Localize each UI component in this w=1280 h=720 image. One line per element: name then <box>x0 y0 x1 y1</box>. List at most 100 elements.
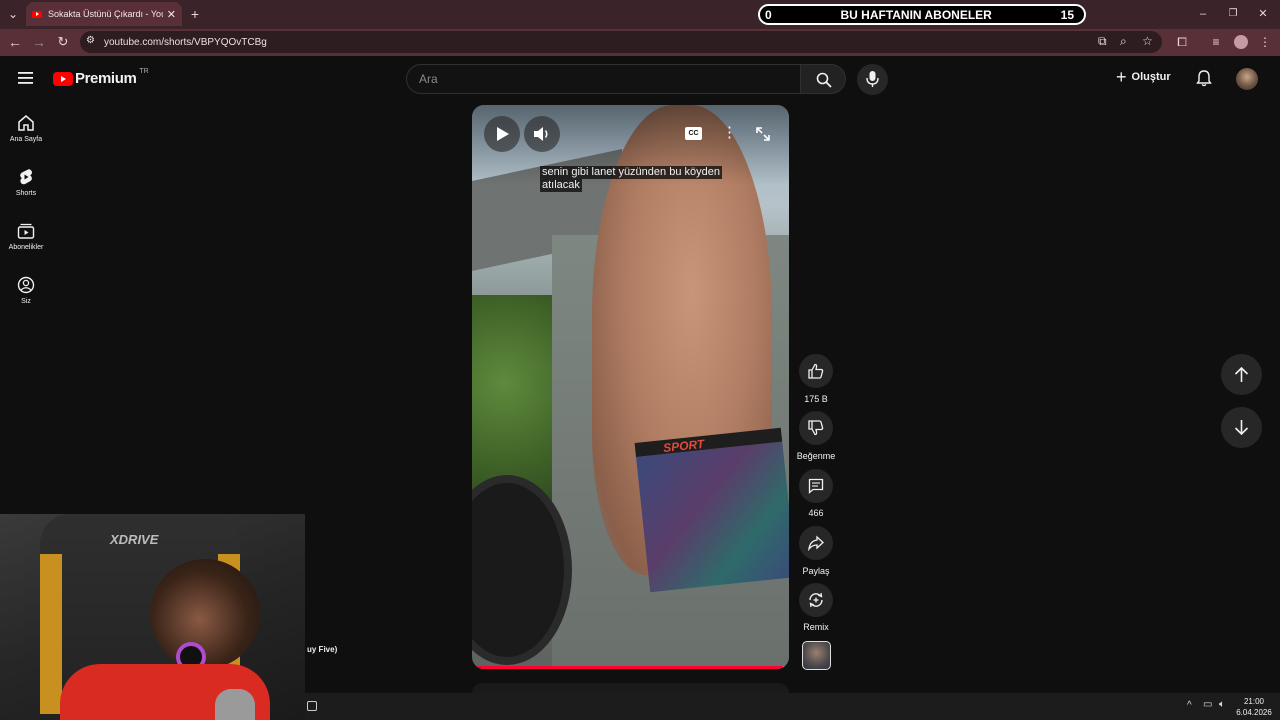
cc-label: CC <box>688 130 699 137</box>
notifications-bell-icon[interactable] <box>1196 70 1212 87</box>
zoom-icon[interactable]: ⌕ <box>1120 34 1127 49</box>
clock-time: 21:00 <box>1243 697 1265 706</box>
dislike-label: Beğenme <box>796 451 836 461</box>
extensions-icon[interactable]: ⧠ <box>1174 34 1190 50</box>
logo-text: Premium <box>75 70 137 87</box>
site-info-icon[interactable]: ⚙ <box>86 35 95 46</box>
arrow-down-icon <box>1234 420 1249 436</box>
shorts-video-player[interactable]: SPORT CC ⋮ senin gibi lanet yüzünden bu … <box>472 105 789 669</box>
sidebar-item-label: Shorts <box>15 190 37 197</box>
youtube-favicon-icon <box>32 10 42 18</box>
tray-chevron-icon[interactable]: ^ <box>1187 700 1192 711</box>
restore-window-icon[interactable]: ❐ <box>1226 6 1240 22</box>
like-count: 175 B <box>804 394 828 404</box>
webcam-overlay: XDRIVE <box>0 514 305 720</box>
thumbs-up-icon <box>808 363 824 379</box>
create-label: Oluştur <box>1131 71 1171 83</box>
volume-icon <box>534 127 548 141</box>
speaker-icon[interactable]: 🔈︎ <box>1219 699 1225 710</box>
clock[interactable]: 21:00 6.04.2026 <box>1236 696 1272 718</box>
search-button[interactable] <box>800 64 846 94</box>
volume-button[interactable] <box>524 116 560 152</box>
video-progress-track[interactable] <box>472 666 789 669</box>
taskbar-app-icon[interactable] <box>307 701 317 711</box>
country-code: TR <box>139 68 149 75</box>
shorts-icon <box>20 169 32 185</box>
reload-icon[interactable]: ↻ <box>55 34 71 50</box>
thumbs-down-icon <box>808 420 824 436</box>
address-bar[interactable]: ⚙ youtube.com/shorts/VBPYQOvTCBg ⧉ ⌕ ☆ <box>80 31 1162 53</box>
media-control-icon[interactable]: ≡ <box>1208 34 1224 50</box>
account-avatar[interactable] <box>1236 68 1258 90</box>
arrow-up-icon <box>1234 366 1249 382</box>
tab-search-chevron-icon[interactable]: ⌄ <box>5 6 21 22</box>
subscriber-banner-left-count: 0 <box>765 7 772 22</box>
create-button[interactable]: + Oluştur <box>1116 67 1171 87</box>
remix-icon <box>809 592 823 608</box>
subscriber-banner: 0 BU HAFTANIN ABONELER 15 <box>758 4 1086 25</box>
plus-icon: + <box>1116 67 1127 87</box>
tab-title: Sokakta Üstünü Çıkardı - YouTu <box>48 9 163 19</box>
microphone-icon <box>866 71 879 87</box>
comment-icon <box>808 478 824 494</box>
chair-brand-text: XDRIVE <box>110 532 159 547</box>
closed-captions-button[interactable]: CC <box>685 127 702 140</box>
search-icon <box>816 72 832 88</box>
microphone <box>215 689 255 720</box>
browser-menu-icon[interactable]: ⋮ <box>1258 34 1272 50</box>
remix-label: Remix <box>803 622 829 632</box>
youtube-logo-icon <box>53 71 73 86</box>
you-icon <box>17 276 35 294</box>
like-button[interactable] <box>799 354 833 388</box>
hamburger-menu-icon[interactable] <box>18 71 34 85</box>
share-arrow-icon <box>808 535 824 551</box>
browser-tab-bar: ⌄ Sokakta Üstünü Çıkardı - YouTu ✕ + 0 B… <box>0 0 1280 29</box>
bookmark-star-icon[interactable]: ☆ <box>1142 34 1153 48</box>
close-window-icon[interactable]: ✕ <box>1256 6 1270 22</box>
share-button[interactable] <box>799 526 833 560</box>
share-label: Paylaş <box>802 566 830 576</box>
sidebar-item-label: Siz <box>21 298 31 305</box>
clock-date: 6.04.2026 <box>1236 708 1272 717</box>
new-tab-icon[interactable]: + <box>187 6 203 22</box>
home-icon <box>18 115 34 131</box>
chair-stripe-left <box>40 554 62 714</box>
more-options-icon[interactable]: ⋮ <box>722 124 737 142</box>
caption-line: senin gibi lanet yüzünden bu köyden <box>540 166 722 179</box>
voice-search-button[interactable] <box>857 64 888 95</box>
network-icon[interactable]: ▭ <box>1203 699 1212 710</box>
browser-tab[interactable]: Sokakta Üstünü Çıkardı - YouTu ✕ <box>26 2 182 26</box>
video-progress-fill <box>472 666 783 669</box>
comment-count: 466 <box>808 508 824 518</box>
sidebar-item-shorts[interactable]: Shorts <box>0 168 52 218</box>
tab-close-icon[interactable]: ✕ <box>167 8 176 21</box>
sidebar-item-subscriptions[interactable]: Abonelikler <box>0 222 52 272</box>
sidebar-item-you[interactable]: Siz <box>0 276 52 326</box>
next-short-preview[interactable] <box>472 683 789 693</box>
video-caption: senin gibi lanet yüzünden bu köyden atıl… <box>540 166 722 192</box>
dislike-button[interactable] <box>799 411 833 445</box>
overlay-text: uy Five) <box>307 645 338 654</box>
sidebar-item-home[interactable]: Ana Sayfa <box>0 114 52 164</box>
play-icon <box>497 127 509 141</box>
forward-icon[interactable]: → <box>31 34 47 50</box>
profile-avatar-icon[interactable] <box>1234 35 1248 49</box>
channel-avatar[interactable] <box>802 641 831 670</box>
back-icon[interactable]: ← <box>7 34 23 50</box>
play-button[interactable] <box>484 116 520 152</box>
remix-button[interactable] <box>799 583 833 617</box>
subscriptions-icon <box>17 223 35 239</box>
install-app-icon[interactable]: ⧉ <box>1098 34 1107 49</box>
url-text: youtube.com/shorts/VBPYQOvTCBg <box>104 36 267 48</box>
minimize-window-icon[interactable]: – <box>1196 6 1210 22</box>
caption-line: atılacak <box>540 179 582 192</box>
fullscreen-icon[interactable] <box>755 126 771 142</box>
comments-button[interactable] <box>799 469 833 503</box>
previous-short-button[interactable] <box>1221 354 1262 395</box>
subscriber-banner-right-count: 15 <box>1060 7 1074 22</box>
youtube-premium-logo[interactable]: Premium TR <box>53 68 149 87</box>
subscriber-banner-title: BU HAFTANIN ABONELER <box>840 7 992 22</box>
next-short-button[interactable] <box>1221 407 1262 448</box>
search-input[interactable] <box>406 64 800 94</box>
sidebar-item-label: Ana Sayfa <box>9 136 43 143</box>
